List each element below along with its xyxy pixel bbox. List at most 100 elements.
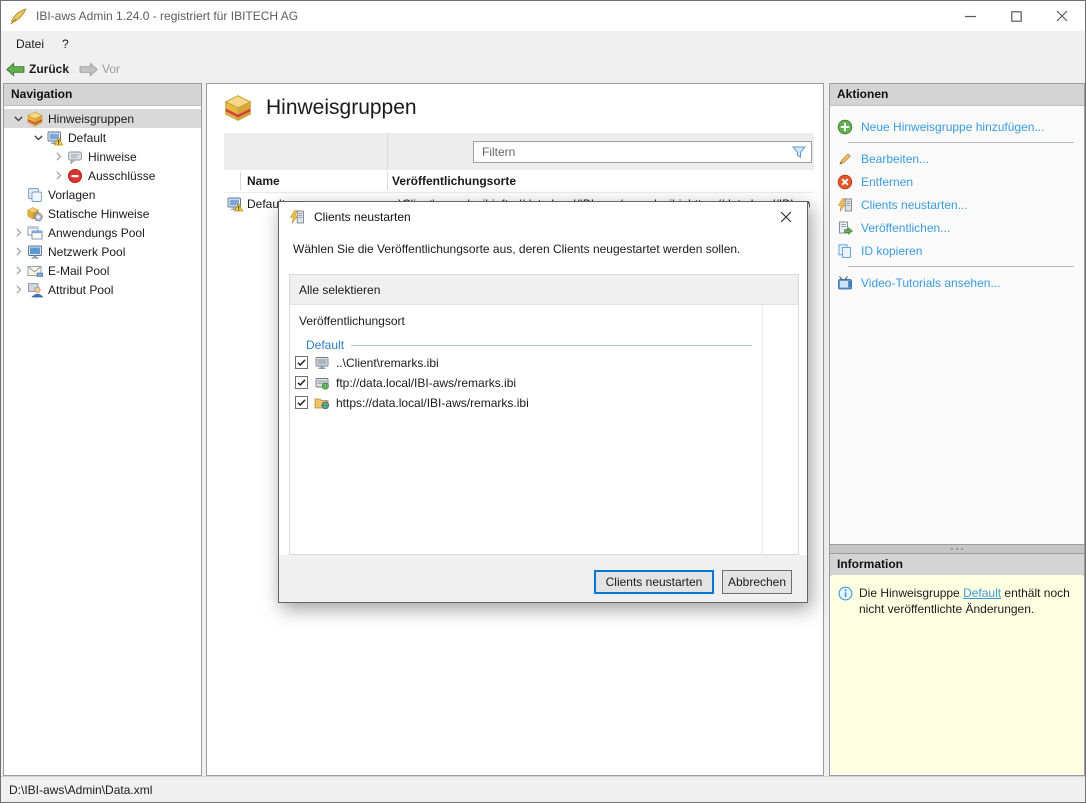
window-title: IBI-aws Admin 1.24.0 - registriert für I… bbox=[36, 9, 299, 23]
action-label: ID kopieren bbox=[861, 243, 923, 258]
action-label: Veröffentlichen... bbox=[861, 220, 951, 235]
ftp-icon bbox=[315, 377, 329, 390]
forward-arrow-icon bbox=[79, 61, 98, 77]
tree-item-label: Statische Hinweise bbox=[48, 206, 150, 221]
select-all-header[interactable]: Alle selektieren bbox=[290, 275, 798, 305]
filter-funnel-icon[interactable] bbox=[791, 144, 807, 160]
tree-item-statische-hinweise[interactable]: Statische Hinweise bbox=[4, 204, 201, 223]
separator bbox=[848, 142, 1074, 143]
maximize-button[interactable] bbox=[993, 1, 1039, 31]
tree-item-hinweise[interactable]: Hinweise bbox=[4, 147, 201, 166]
remove-icon bbox=[837, 174, 853, 189]
checkbox-checked[interactable] bbox=[295, 356, 308, 369]
chevron-right-icon[interactable] bbox=[10, 282, 27, 298]
column-header-name[interactable]: Name bbox=[247, 174, 280, 188]
back-button[interactable]: Zurück bbox=[1, 58, 74, 80]
back-arrow-icon bbox=[6, 61, 25, 77]
cancel-button[interactable]: Abbrechen bbox=[722, 570, 792, 594]
actions-panel: Aktionen Neue Hinweisgruppe hinzufügen..… bbox=[829, 83, 1085, 545]
checkbox-checked[interactable] bbox=[295, 376, 308, 389]
table-header: Name Veröffentlichungsorte bbox=[224, 170, 814, 192]
publish-location-item[interactable]: ftp://data.local/IBI-aws/remarks.ibi bbox=[290, 373, 798, 392]
tree-item-label: Attribut Pool bbox=[48, 282, 114, 297]
chevron-down-icon[interactable] bbox=[10, 111, 27, 127]
minus-circle-icon bbox=[68, 168, 82, 183]
chevron-right-icon[interactable] bbox=[10, 225, 27, 241]
dialog-close-button[interactable] bbox=[765, 202, 807, 232]
minimize-button[interactable] bbox=[947, 1, 993, 31]
page-title: Hinweisgruppen bbox=[266, 96, 417, 119]
dialog-message: Wählen Sie die Veröffentlichungsorte aus… bbox=[293, 242, 741, 256]
chevron-right-icon[interactable] bbox=[10, 263, 27, 279]
menu-file[interactable]: Datei bbox=[7, 31, 53, 56]
back-label: Zurück bbox=[29, 62, 70, 76]
restart-clients-icon bbox=[289, 210, 304, 224]
network-pool-icon bbox=[28, 245, 42, 259]
action-restart-clients[interactable]: Clients neustarten... bbox=[830, 193, 1084, 216]
menu-help[interactable]: ? bbox=[53, 31, 78, 56]
tree-item-label: Hinweise bbox=[88, 149, 137, 164]
tree-item-email-pool[interactable]: E-Mail Pool bbox=[4, 261, 201, 280]
dialog-title-bar: Clients neustarten bbox=[279, 202, 807, 232]
tree-item-label: Netzwerk Pool bbox=[48, 244, 126, 259]
publish-location-item[interactable]: ..\Client\remarks.ibi bbox=[290, 353, 798, 372]
restart-clients-button[interactable]: Clients neustarten bbox=[594, 570, 714, 594]
forward-button[interactable]: Vor bbox=[74, 58, 125, 80]
close-icon bbox=[780, 211, 792, 223]
navigation-panel: Navigation Hinweisgruppen Default Hinwei… bbox=[3, 83, 202, 776]
chevron-right-icon[interactable] bbox=[10, 244, 27, 260]
information-header: Information bbox=[830, 554, 1084, 576]
tree-item-label: Default bbox=[68, 130, 107, 145]
forward-label: Vor bbox=[102, 62, 121, 76]
minimize-icon bbox=[964, 15, 976, 17]
chevron-right-icon[interactable] bbox=[50, 168, 67, 184]
column-header-locations[interactable]: Veröffentlichungsorte bbox=[392, 174, 516, 188]
tree-item-hinweisgruppen[interactable]: Hinweisgruppen bbox=[4, 109, 201, 128]
panel-splitter[interactable] bbox=[829, 545, 1085, 553]
publish-location-label: https://data.local/IBI-aws/remarks.ibi bbox=[336, 395, 529, 410]
action-label: Entfernen bbox=[861, 174, 914, 189]
action-add-notice-group[interactable]: Neue Hinweisgruppe hinzufügen... bbox=[830, 115, 1084, 138]
tree-item-anwendungs-pool[interactable]: Anwendungs Pool bbox=[4, 223, 201, 242]
publish-location-item[interactable]: https://data.local/IBI-aws/remarks.ibi bbox=[290, 393, 798, 412]
dialog-title: Clients neustarten bbox=[314, 210, 411, 224]
tree-item-default[interactable]: Default bbox=[4, 128, 201, 147]
title-bar: IBI-aws Admin 1.24.0 - registriert für I… bbox=[1, 1, 1085, 31]
email-pool-icon bbox=[27, 265, 43, 277]
maximize-icon bbox=[1010, 10, 1022, 22]
video-icon bbox=[838, 275, 852, 289]
action-label: Clients neustarten... bbox=[861, 197, 968, 212]
tree-item-ausschluesse[interactable]: Ausschlüsse bbox=[4, 166, 201, 185]
add-icon bbox=[837, 119, 853, 134]
tree-item-label: E-Mail Pool bbox=[48, 263, 110, 278]
navigation-tree: Hinweisgruppen Default Hinweise Ausschlü… bbox=[4, 106, 201, 299]
action-video-tutorials[interactable]: Video-Tutorials ansehen... bbox=[830, 271, 1084, 294]
action-label: Video-Tutorials ansehen... bbox=[861, 275, 1001, 290]
tree-item-netzwerk-pool[interactable]: Netzwerk Pool bbox=[4, 242, 201, 261]
action-edit[interactable]: Bearbeiten... bbox=[830, 147, 1084, 170]
tree-item-attribut-pool[interactable]: Attribut Pool bbox=[4, 280, 201, 299]
https-icon bbox=[314, 398, 330, 409]
attribute-pool-icon bbox=[28, 282, 43, 297]
separator bbox=[848, 266, 1074, 267]
default-group-link[interactable]: Default bbox=[963, 586, 1001, 600]
group-row-default: Default bbox=[290, 338, 752, 352]
action-label: Bearbeiten... bbox=[861, 151, 930, 166]
column-separator bbox=[240, 172, 241, 190]
information-text: Die Hinweisgruppe Default enthält noch n… bbox=[859, 585, 1075, 774]
action-publish[interactable]: Veröffentlichen... bbox=[830, 216, 1084, 239]
filter-input[interactable] bbox=[473, 141, 812, 163]
publish-location-label: ftp://data.local/IBI-aws/remarks.ibi bbox=[336, 375, 517, 390]
chevron-right-icon[interactable] bbox=[50, 149, 67, 165]
close-button[interactable] bbox=[1039, 1, 1085, 31]
action-remove[interactable]: Entfernen bbox=[830, 170, 1084, 193]
list-column-header[interactable]: Veröffentlichungsort bbox=[290, 305, 798, 331]
checkbox-checked[interactable] bbox=[295, 396, 308, 409]
monitor-warning-icon bbox=[47, 131, 63, 145]
tree-item-vorlagen[interactable]: Vorlagen bbox=[4, 185, 201, 204]
restart-clients-icon bbox=[837, 197, 852, 212]
menu-bar: Datei ? bbox=[1, 31, 1085, 56]
action-copy-id[interactable]: ID kopieren bbox=[830, 239, 1084, 262]
chevron-down-icon[interactable] bbox=[30, 130, 47, 146]
tree-item-label: Anwendungs Pool bbox=[48, 225, 145, 240]
